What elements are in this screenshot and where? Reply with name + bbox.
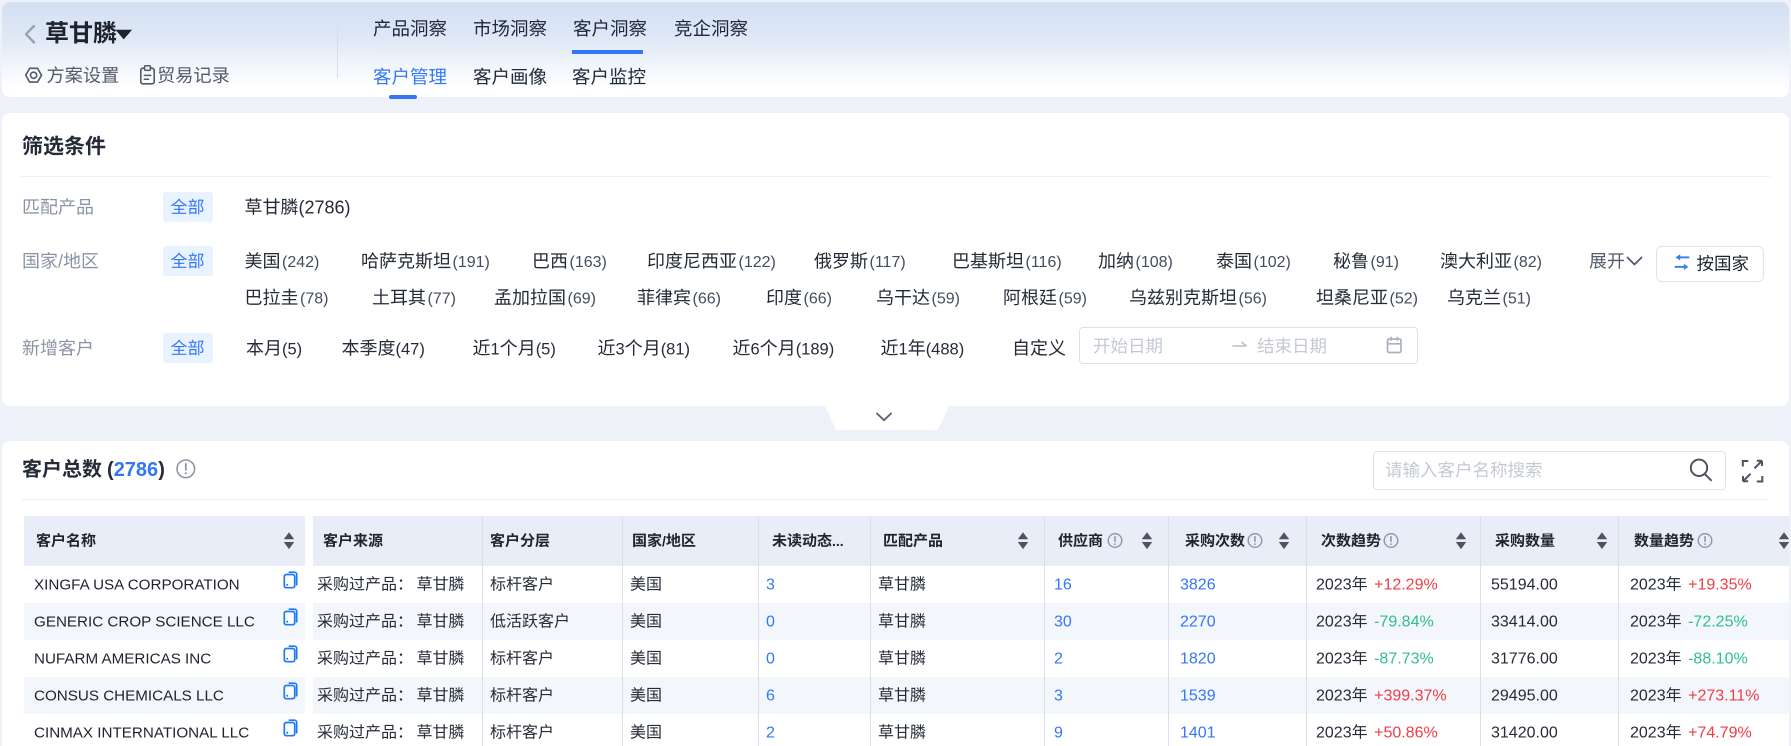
svg-text:1401: 1401: [1180, 725, 1216, 742]
svg-text:3: 3: [1054, 688, 1063, 705]
svg-text:1539: 1539: [1180, 688, 1216, 705]
svg-text:-87.73%: -87.73%: [1374, 651, 1434, 668]
svg-text:2786: 2786: [114, 459, 159, 481]
svg-text:+399.37%: +399.37%: [1374, 688, 1447, 705]
svg-text:2023: 2023: [1316, 614, 1352, 631]
svg-text:...: ...: [832, 533, 844, 549]
svg-text:2023: 2023: [1630, 688, 1666, 705]
svg-text:2023: 2023: [1630, 577, 1666, 594]
svg-text:2023: 2023: [1630, 725, 1666, 742]
svg-text:/: /: [58, 251, 63, 271]
svg-text:+273.11%: +273.11%: [1688, 688, 1759, 705]
svg-text:CONSUS CHEMICALS LLC: CONSUS CHEMICALS LLC: [34, 687, 224, 704]
svg-text:NUFARM AMERICAS INC: NUFARM AMERICAS INC: [34, 650, 211, 667]
svg-text:+50.86%: +50.86%: [1374, 725, 1438, 742]
svg-text:31420.00: 31420.00: [1491, 725, 1558, 742]
svg-text:55194.00: 55194.00: [1491, 577, 1558, 594]
svg-text:3826: 3826: [1180, 577, 1216, 594]
svg-text:2023: 2023: [1630, 614, 1666, 631]
svg-text:(69): (69): [568, 291, 596, 308]
svg-text:(117): (117): [870, 254, 906, 271]
svg-text:-88.10%: -88.10%: [1688, 651, 1748, 668]
svg-text:(163): (163): [570, 254, 607, 271]
svg-text:-72.25%: -72.25%: [1688, 614, 1748, 631]
svg-text:1: 1: [899, 340, 908, 358]
svg-text:(81): (81): [661, 340, 690, 358]
svg-text:(51): (51): [1503, 291, 1531, 308]
svg-text:+12.29%: +12.29%: [1374, 577, 1438, 594]
svg-text:(116): (116): [1026, 254, 1062, 271]
svg-text:2023: 2023: [1316, 688, 1352, 705]
svg-text:(2786): (2786): [299, 197, 351, 217]
svg-text:(59): (59): [932, 291, 960, 308]
svg-text:(52): (52): [1390, 291, 1418, 308]
svg-text:/: /: [662, 533, 666, 549]
svg-text:(122): (122): [739, 254, 776, 271]
svg-text:(82): (82): [1514, 254, 1542, 271]
svg-text:(488): (488): [926, 340, 965, 358]
svg-text:16: 16: [1054, 577, 1072, 594]
svg-text:(59): (59): [1059, 291, 1087, 308]
svg-text:2: 2: [1054, 651, 1063, 668]
svg-text:33414.00: 33414.00: [1491, 614, 1558, 631]
svg-text:(5): (5): [536, 340, 556, 358]
svg-text:6: 6: [751, 340, 760, 358]
svg-text:31776.00: 31776.00: [1491, 651, 1558, 668]
svg-text:(78): (78): [300, 291, 328, 308]
svg-text:2023: 2023: [1316, 577, 1352, 594]
svg-text:-79.84%: -79.84%: [1374, 614, 1434, 631]
svg-text:(66): (66): [693, 291, 721, 308]
svg-text:6: 6: [766, 688, 775, 705]
svg-text:XINGFA USA CORPORATION: XINGFA USA CORPORATION: [34, 576, 240, 593]
svg-text:2: 2: [766, 725, 775, 742]
svg-text:(191): (191): [453, 254, 490, 271]
svg-text:(108): (108): [1136, 254, 1173, 271]
svg-text:(189): (189): [796, 340, 835, 358]
svg-text:1820: 1820: [1180, 651, 1216, 668]
svg-text:9: 9: [1054, 725, 1063, 742]
svg-text:(91): (91): [1371, 254, 1399, 271]
svg-text:+74.79%: +74.79%: [1688, 725, 1752, 742]
svg-text:2270: 2270: [1180, 614, 1216, 631]
svg-text:(102): (102): [1254, 254, 1291, 271]
svg-text:+19.35%: +19.35%: [1688, 577, 1752, 594]
svg-text:(5): (5): [282, 340, 302, 358]
svg-text:1: 1: [491, 340, 500, 358]
svg-text:): ): [158, 459, 165, 481]
svg-text:(56): (56): [1239, 291, 1267, 308]
svg-text:30: 30: [1054, 614, 1072, 631]
svg-text:GENERIC CROP SCIENCE LLC: GENERIC CROP SCIENCE LLC: [34, 613, 255, 630]
svg-text:CINMAX INTERNATIONAL LLC: CINMAX INTERNATIONAL LLC: [34, 724, 249, 741]
svg-text:(77): (77): [428, 291, 456, 308]
svg-text:0: 0: [766, 651, 775, 668]
svg-text:29495.00: 29495.00: [1491, 688, 1558, 705]
svg-text:(66): (66): [804, 291, 832, 308]
svg-text:3: 3: [766, 577, 775, 594]
svg-text:2023: 2023: [1316, 651, 1352, 668]
svg-text:2023: 2023: [1630, 651, 1666, 668]
svg-text:0: 0: [766, 614, 775, 631]
svg-text:2023: 2023: [1316, 725, 1352, 742]
svg-text:(242): (242): [282, 254, 319, 271]
svg-text:(47): (47): [396, 340, 425, 358]
svg-text:3: 3: [616, 340, 625, 358]
